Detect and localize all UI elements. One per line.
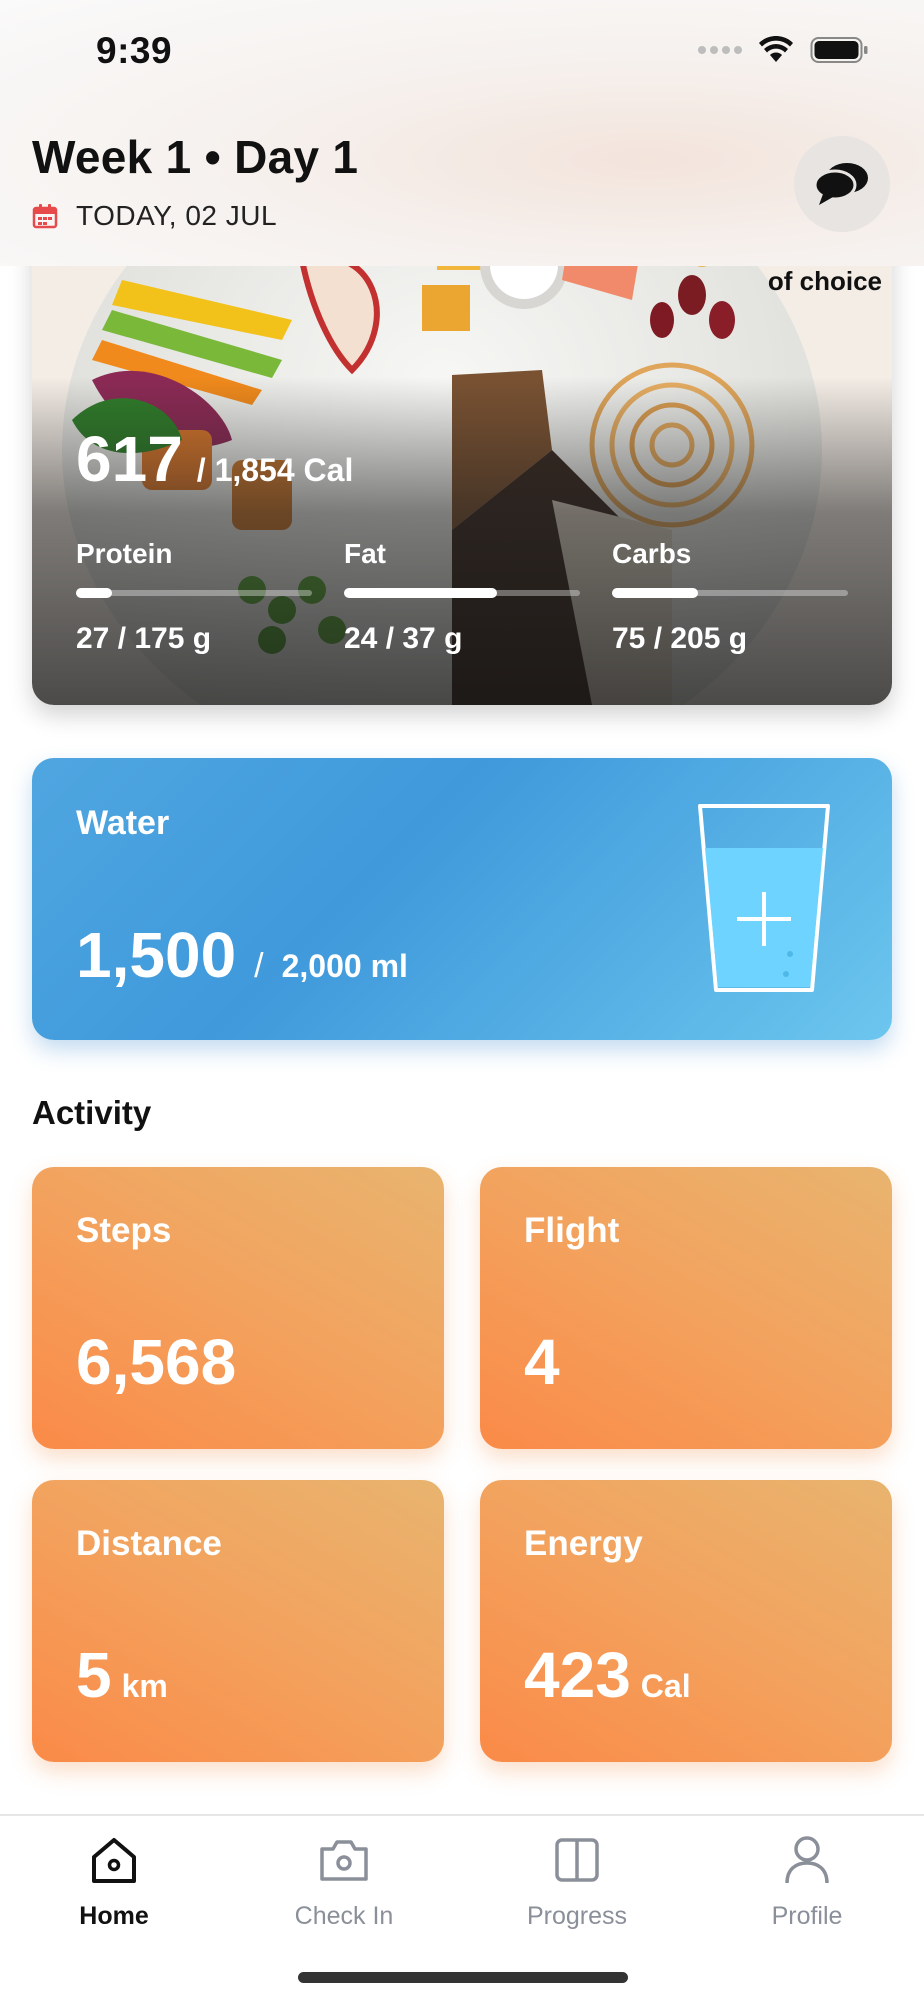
activity-label: Steps [76,1211,172,1250]
activity-value: 4 [524,1326,560,1398]
cellular-signal-icon [698,46,742,54]
tab-check-in[interactable]: Check In [254,1830,434,1931]
macro-label: Fat [344,538,386,569]
water-separator: / [254,947,264,985]
battery-icon [810,37,868,63]
tab-progress[interactable]: Progress [487,1830,667,1931]
activity-value-row: 423 Cal [524,1638,691,1712]
calendar-icon [32,204,58,229]
activity-value-row: 5 km [76,1638,168,1712]
activity-value-row: 4 [524,1325,560,1399]
calorie-summary: 617 / 1,854 Cal [76,422,353,496]
add-water-glass-icon[interactable] [696,802,832,996]
macro-value: 27 / 175 g [76,622,212,655]
person-icon [784,1830,830,1890]
status-bar: 9:39 [0,0,924,100]
water-values: 1,500 / 2,000 ml [76,918,408,992]
nutrition-card[interactable]: of choice 617 / 1,854 Cal Protein 27 / 1… [32,200,892,705]
tab-profile[interactable]: Profile [717,1830,897,1931]
macro-fat: Fat 24 / 37 g [344,538,580,656]
tab-label: Check In [294,1902,394,1930]
macro-progress-fill [76,588,113,598]
activity-value: 423 [524,1639,631,1711]
tab-label: Profile [771,1902,843,1930]
home-icon [89,1830,139,1890]
macro-label: Carbs [612,538,692,569]
activity-unit: Cal [640,1668,691,1704]
page-title: Week 1 • Day 1 [32,131,359,183]
home-indicator [298,1972,628,1983]
status-time: 9:39 [96,30,173,71]
calories-goal: / 1,854 Cal [196,452,354,488]
macro-value: 75 / 205 g [612,622,748,655]
image-caption: of choice [767,266,882,296]
macro-progress-track [344,588,580,598]
chat-bubbles-icon [813,163,868,205]
flight-card[interactable]: Flight 4 [480,1167,892,1449]
tab-home[interactable]: Home [24,1830,204,1931]
energy-card[interactable]: Energy 423 Cal [480,1480,892,1762]
camera-icon [318,1830,370,1890]
chat-button[interactable] [794,136,890,232]
activity-label: Flight [524,1211,620,1250]
macro-progress-track [612,588,848,598]
status-icons [698,36,868,64]
macro-protein: Protein 27 / 175 g [76,538,312,656]
app-header: 9:39 Week 1 • Day 1 TODAY, 02 JUL [0,0,924,266]
macro-progress-fill [612,588,699,598]
activity-value: 6,568 [76,1326,237,1398]
water-goal: 2,000 ml [281,948,408,984]
tab-label: Home [79,1902,149,1930]
activity-label: Distance [76,1524,222,1563]
activity-label: Energy [524,1524,643,1563]
macro-progress-track [76,588,312,598]
tab-label: Progress [526,1902,628,1930]
water-card[interactable]: Water 1,500 / 2,000 ml [32,758,892,1040]
activity-value: 5 [76,1639,112,1711]
macro-progress-fill [344,588,498,598]
macro-label: Protein [76,538,173,569]
activity-unit: km [121,1668,168,1704]
macro-carbs: Carbs 75 / 205 g [612,538,848,656]
activity-section-title: Activity [32,1094,152,1131]
water-current: 1,500 [76,919,237,991]
current-date: TODAY, 02 JUL [32,200,277,232]
split-square-icon [554,1830,600,1890]
activity-value-row: 6,568 [76,1325,236,1399]
distance-card[interactable]: Distance 5 km [32,1480,444,1762]
calories-consumed: 617 [76,423,183,495]
steps-card[interactable]: Steps 6,568 [32,1167,444,1449]
wifi-icon [759,36,793,62]
date-label: TODAY, 02 JUL [76,200,278,231]
macro-value: 24 / 37 g [344,622,463,655]
water-label: Water [76,804,170,842]
